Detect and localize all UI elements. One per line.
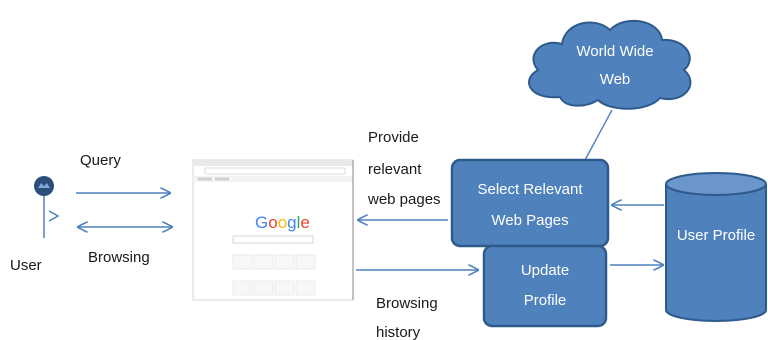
www-cloud <box>528 20 692 110</box>
browsing-history-label-line2: history <box>376 324 421 340</box>
browser-google-logo: Google <box>255 213 310 232</box>
www-label-line1: World Wide <box>576 43 653 60</box>
provide-label-line3: web pages <box>367 191 441 208</box>
browser-screenshot: Google <box>192 159 354 301</box>
query-label: Query <box>80 152 121 169</box>
www-label-line2: Web <box>600 71 631 88</box>
user-icon <box>34 176 60 238</box>
browsing-label: Browsing <box>88 249 150 266</box>
user-profile-label: User Profile <box>677 227 755 244</box>
select-label-line1: Select Relevant <box>477 181 583 198</box>
update-label-line2: Profile <box>524 292 567 309</box>
select-label-line2: Web Pages <box>491 212 568 229</box>
provide-label-line2: relevant <box>368 161 422 178</box>
www-connector <box>584 109 613 161</box>
update-label-line1: Update <box>521 262 569 279</box>
browsing-history-label-line1: Browsing <box>376 295 438 312</box>
update-profile-box <box>482 244 608 328</box>
select-relevant-box <box>450 158 610 248</box>
user-label: User <box>10 257 42 274</box>
diagram-canvas: User Query Browsing Google Provide relev… <box>10 20 767 340</box>
user-profile-database <box>665 172 767 322</box>
provide-label-line1: Provide <box>368 129 419 146</box>
